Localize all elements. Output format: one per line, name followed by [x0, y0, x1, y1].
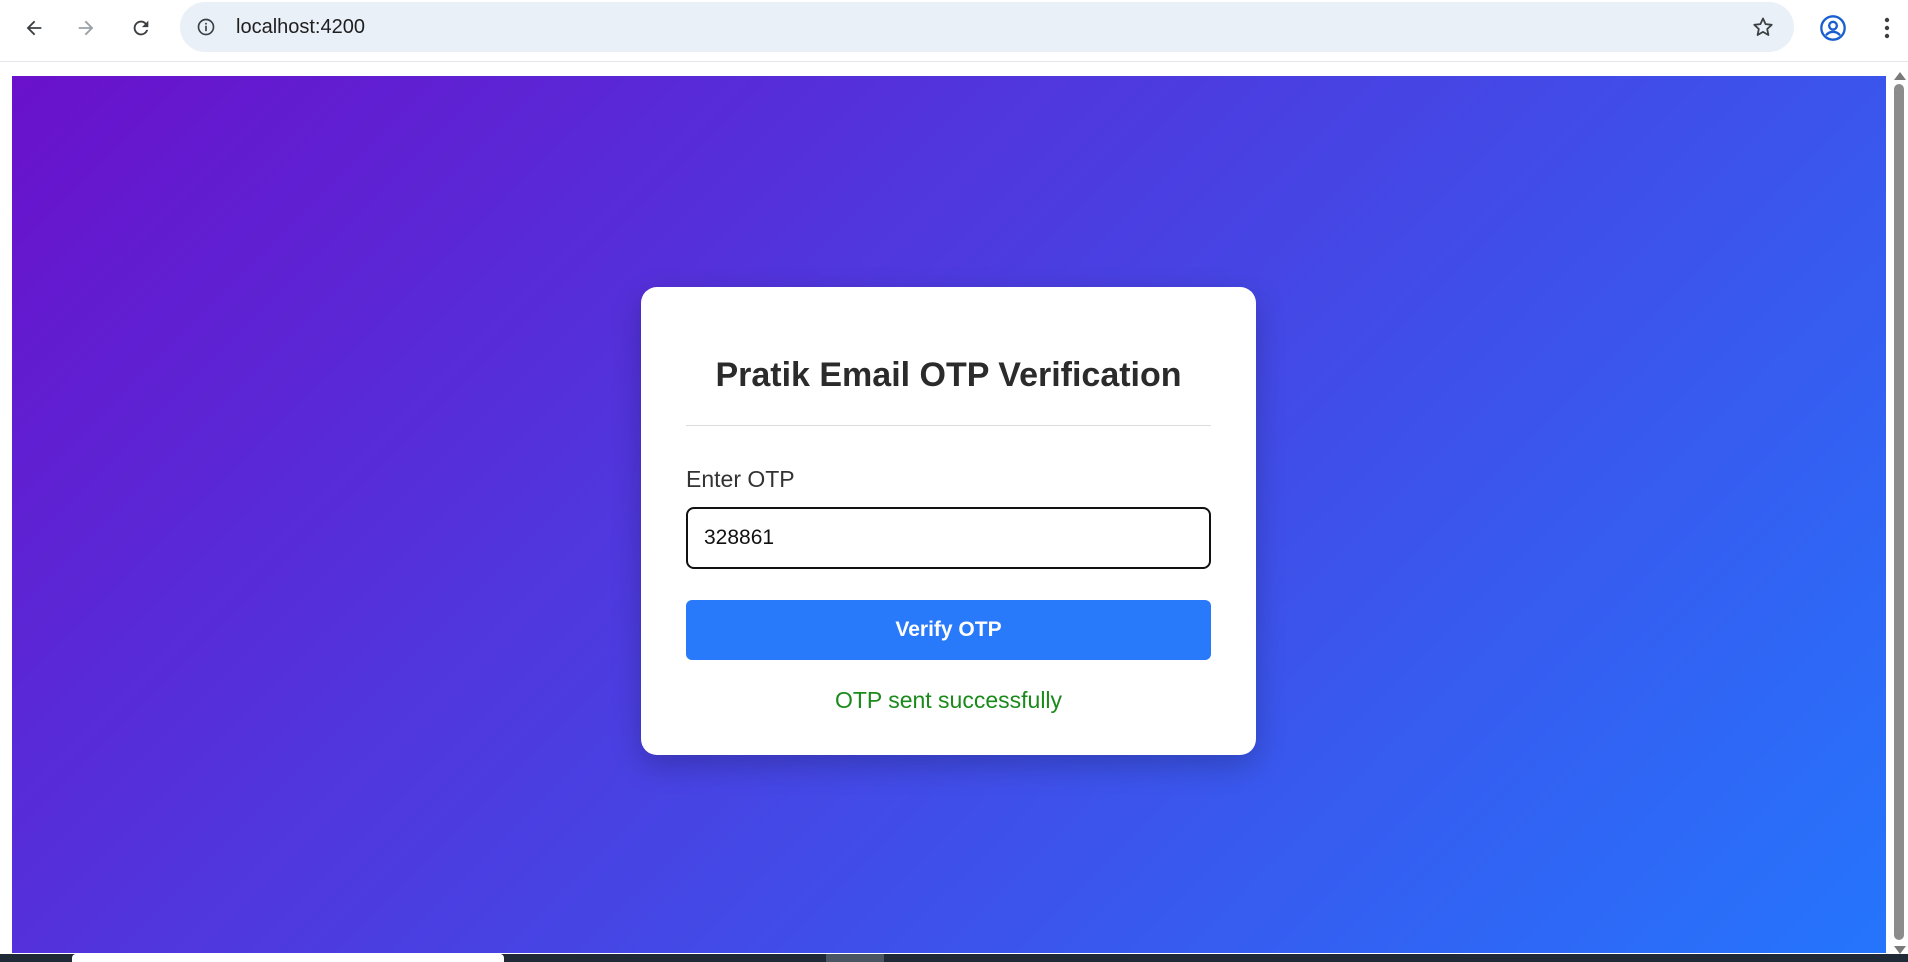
otp-label: Enter OTP [686, 466, 795, 492]
url-text[interactable]: localhost:4200 [236, 2, 365, 52]
page-background: Pratik Email OTP Verification Enter OTP … [12, 76, 1886, 953]
page-scrollbar[interactable] [1890, 70, 1908, 954]
account-circle-icon [1820, 15, 1846, 41]
more-vert-icon [1884, 17, 1890, 39]
bookmark-button[interactable] [1750, 14, 1776, 40]
profile-button[interactable] [1816, 11, 1850, 45]
browser-menu-button[interactable] [1874, 11, 1900, 45]
browser-toolbar: localhost:4200 [0, 0, 1908, 62]
divider [686, 425, 1211, 426]
scroll-thumb[interactable] [1894, 84, 1904, 940]
back-button[interactable] [17, 11, 51, 45]
reload-icon [133, 20, 149, 36]
scroll-down-arrow-icon[interactable] [1894, 946, 1906, 954]
taskbar-item[interactable] [826, 954, 884, 962]
site-info-button[interactable] [192, 13, 220, 41]
verify-otp-button[interactable]: Verify OTP [686, 600, 1211, 660]
arrow-right-icon [78, 20, 94, 36]
otp-card: Pratik Email OTP Verification Enter OTP … [641, 287, 1256, 755]
forward-button[interactable] [69, 11, 103, 45]
star-icon [1753, 17, 1773, 36]
otp-input[interactable] [686, 507, 1211, 569]
card-title: Pratik Email OTP Verification [715, 356, 1182, 394]
reload-button[interactable] [124, 11, 158, 45]
address-bar[interactable]: localhost:4200 [180, 2, 1794, 52]
taskbar-window-tab[interactable] [72, 954, 504, 962]
arrow-left-icon [26, 20, 42, 36]
info-icon [197, 18, 215, 36]
scroll-up-arrow-icon[interactable] [1894, 72, 1906, 80]
taskbar [0, 954, 1908, 962]
status-message: OTP sent successfully [834, 687, 1063, 713]
